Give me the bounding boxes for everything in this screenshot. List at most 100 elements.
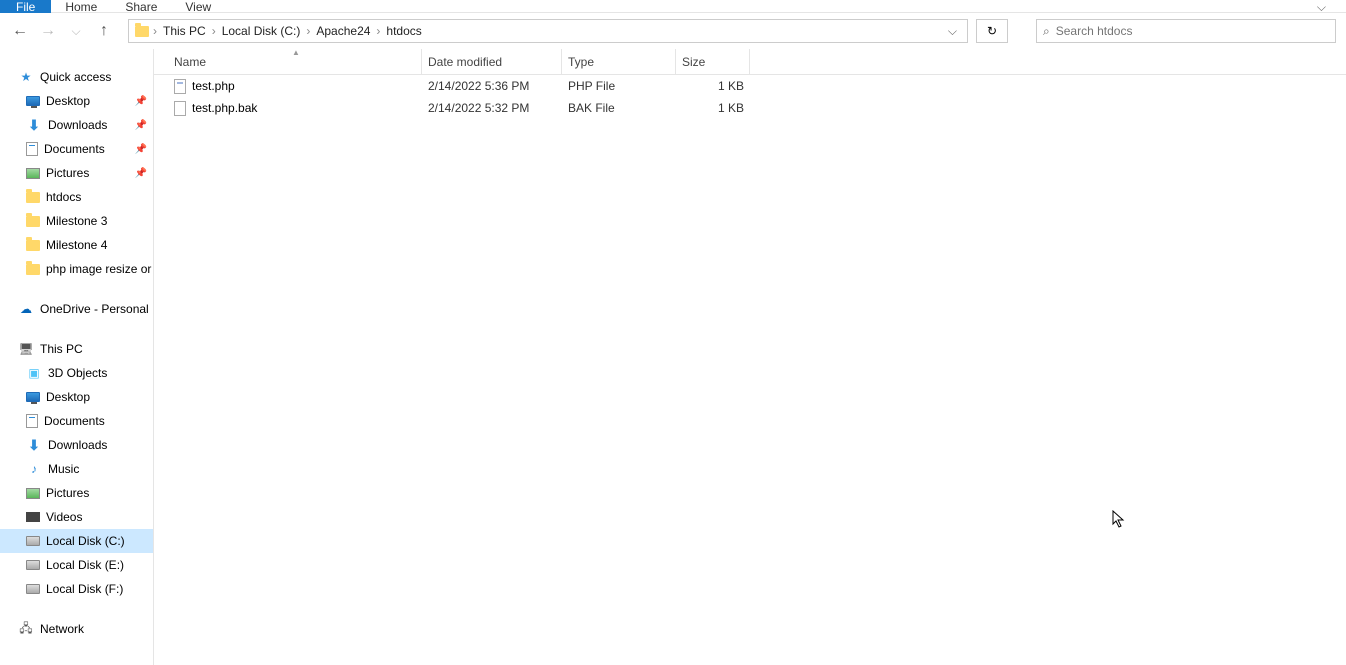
tree-item[interactable]: php image resize or (0, 257, 153, 281)
tree-item-label: Music (48, 462, 79, 476)
column-label: Date modified (428, 55, 502, 69)
tree-item-label: Downloads (48, 438, 107, 452)
tree-item[interactable]: Local Disk (E:) (0, 553, 153, 577)
search-box[interactable]: ⌕ (1036, 19, 1336, 43)
tree-item[interactable]: ♪Music (0, 457, 153, 481)
tree-item-label: Milestone 3 (46, 214, 107, 228)
pin-icon: 📌 (135, 120, 147, 131)
tree-onedrive[interactable]: ☁ OneDrive - Personal (0, 297, 153, 321)
tree-item[interactable]: Milestone 4 (0, 233, 153, 257)
file-type: PHP File (562, 79, 676, 93)
tree-label: This PC (40, 342, 83, 356)
pc-icon: 🖥 (18, 341, 34, 357)
tree-item-label: Downloads (48, 118, 107, 132)
nav-recent-button[interactable]: ⌵ (64, 19, 88, 43)
refresh-icon: ↻ (987, 24, 997, 38)
column-label: Size (682, 55, 705, 69)
chevron-right-icon[interactable]: › (151, 24, 159, 38)
file-type: BAK File (562, 101, 676, 115)
tree-item[interactable]: Desktop (0, 385, 153, 409)
tree-item-label: Pictures (46, 166, 89, 180)
nav-up-button[interactable]: ↑ (92, 19, 116, 43)
nav-forward-button[interactable]: → (36, 19, 60, 43)
file-size: 1 KB (676, 79, 750, 93)
file-date: 2/14/2022 5:36 PM (422, 79, 562, 93)
pin-icon: 📌 (135, 144, 147, 155)
ribbon-tab-file[interactable]: File (0, 0, 51, 13)
tree-item[interactable]: Pictures (0, 481, 153, 505)
tree-label: Quick access (40, 70, 111, 84)
file-row[interactable]: test.php.bak 2/14/2022 5:32 PMBAK File1 K… (154, 97, 1346, 119)
file-size: 1 KB (676, 101, 750, 115)
column-size[interactable]: Size (676, 49, 750, 75)
tree-item[interactable]: Milestone 3 (0, 209, 153, 233)
ribbon-expand-icon[interactable]: ⌵ (1317, 0, 1326, 15)
folder-icon (133, 22, 151, 40)
breadcrumb-htdocs[interactable]: htdocs (382, 24, 425, 38)
column-label: Type (568, 55, 594, 69)
breadcrumb-thispc[interactable]: This PC (159, 24, 210, 38)
column-type[interactable]: Type (562, 49, 676, 75)
tree-item[interactable]: Local Disk (C:) (0, 529, 153, 553)
address-dropdown-icon[interactable]: ⌵ (942, 24, 963, 39)
tree-item[interactable]: Desktop 📌 (0, 89, 153, 113)
file-list: Name ▲ Date modified Type Size test.php2… (154, 49, 1346, 665)
tree-item[interactable]: htdocs (0, 185, 153, 209)
file-name: test.php.bak (192, 101, 257, 115)
tree-this-pc[interactable]: 🖥 This PC (0, 337, 153, 361)
tree-item[interactable]: Documents 📌 (0, 137, 153, 161)
column-headers: Name ▲ Date modified Type Size (154, 49, 1346, 75)
tree-item-label: Local Disk (E:) (46, 558, 124, 572)
cloud-icon: ☁ (18, 301, 34, 317)
breadcrumb-localdisk-c[interactable]: Local Disk (C:) (218, 24, 305, 38)
chevron-right-icon[interactable]: › (304, 24, 312, 38)
column-name[interactable]: Name ▲ (168, 49, 422, 75)
chevron-right-icon[interactable]: › (210, 24, 218, 38)
file-date: 2/14/2022 5:32 PM (422, 101, 562, 115)
pin-icon: 📌 (135, 96, 147, 107)
breadcrumb-apache24[interactable]: Apache24 (312, 24, 374, 38)
nav-bar: ← → ⌵ ↑ › This PC › Local Disk (C:) › Ap… (0, 13, 1346, 49)
tree-label: Network (40, 622, 84, 636)
sort-asc-icon: ▲ (292, 48, 300, 57)
address-bar[interactable]: › This PC › Local Disk (C:) › Apache24 ›… (128, 19, 968, 43)
chevron-down-icon: ⌵ (71, 24, 80, 39)
tree-item-label: php image resize or (46, 262, 151, 276)
column-label: Name (174, 55, 206, 69)
ribbon-tab-home[interactable]: Home (51, 0, 111, 13)
tree-item[interactable]: ⬇Downloads📌 (0, 113, 153, 137)
tree-item[interactable]: ▣3D Objects (0, 361, 153, 385)
arrow-left-icon: ← (12, 22, 28, 40)
chevron-right-icon[interactable]: › (374, 24, 382, 38)
arrow-right-icon: → (40, 22, 56, 40)
tree-network[interactable]: 🖧 Network (0, 617, 153, 641)
search-input[interactable] (1056, 24, 1329, 38)
tree-item-label: 3D Objects (48, 366, 107, 380)
ribbon-tab-share[interactable]: Share (111, 0, 171, 13)
tree-item-label: Desktop (46, 94, 90, 108)
tree-item-label: Milestone 4 (46, 238, 107, 252)
tree-item[interactable]: Local Disk (F:) (0, 577, 153, 601)
file-row[interactable]: test.php2/14/2022 5:36 PMPHP File1 KB (154, 75, 1346, 97)
ribbon-tabs: File Home Share View ⌵ (0, 0, 1346, 13)
nav-back-button[interactable]: ← (8, 19, 32, 43)
ribbon-tab-view[interactable]: View (171, 0, 225, 13)
tree-quick-access[interactable]: ★ Quick access (0, 65, 153, 89)
arrow-up-icon: ↑ (100, 22, 108, 40)
tree-item-label: Desktop (46, 390, 90, 404)
refresh-button[interactable]: ↻ (976, 19, 1008, 43)
tree-item-label: Pictures (46, 486, 89, 500)
network-icon: 🖧 (18, 621, 34, 637)
navigation-tree: ★ Quick access Desktop📌⬇Downloads📌Docume… (0, 49, 154, 665)
tree-item-label: htdocs (46, 190, 81, 204)
tree-item-label: Local Disk (F:) (46, 582, 123, 596)
search-icon: ⌕ (1043, 24, 1050, 39)
star-icon: ★ (18, 69, 34, 85)
tree-item-label: Documents (44, 142, 105, 156)
tree-item[interactable]: Pictures 📌 (0, 161, 153, 185)
tree-item[interactable]: ⬇Downloads (0, 433, 153, 457)
tree-item[interactable]: Videos (0, 505, 153, 529)
pin-icon: 📌 (135, 168, 147, 179)
tree-item[interactable]: Documents (0, 409, 153, 433)
column-date[interactable]: Date modified (422, 49, 562, 75)
